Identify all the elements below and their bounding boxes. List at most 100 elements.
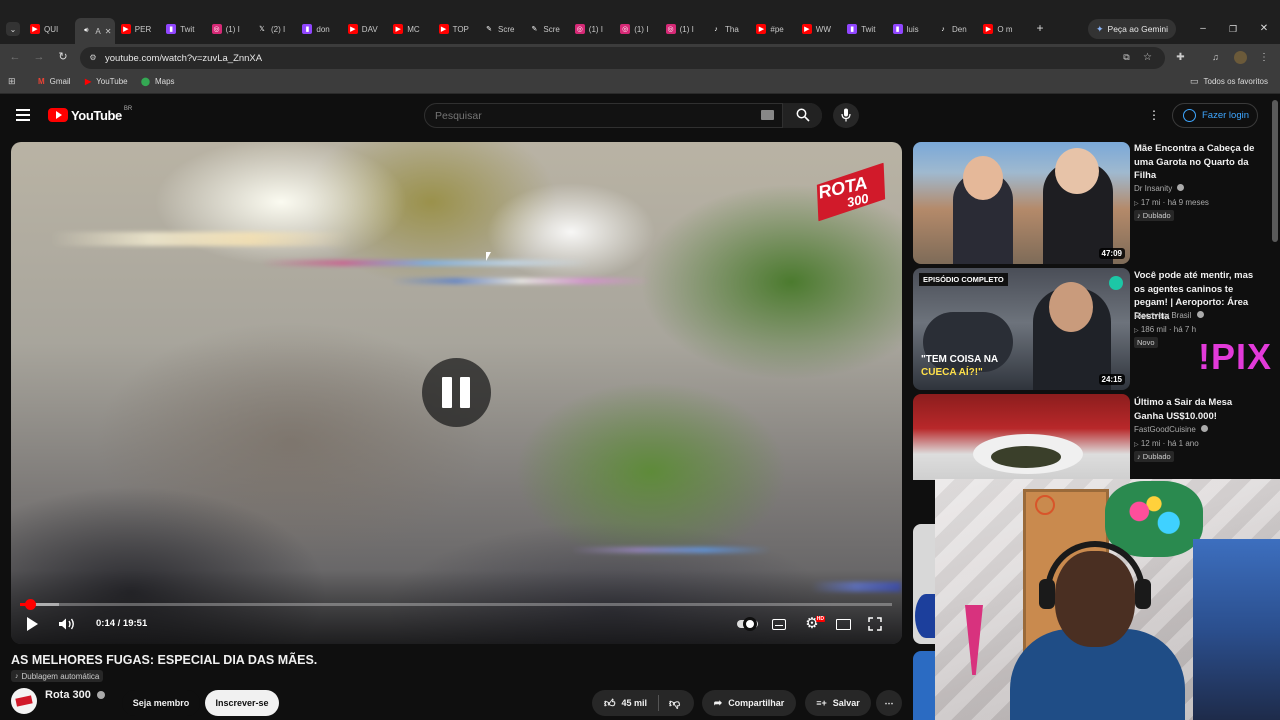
youtube-logo[interactable]: YouTube BR (48, 106, 132, 124)
bookmark-item[interactable]: M Gmail (38, 77, 71, 86)
tab-title: #pe (770, 24, 784, 34)
thumbnail-face (1049, 282, 1093, 332)
browser-tab[interactable]: ◎ (1) I (211, 20, 252, 38)
twitch-icon: ▮ (302, 24, 313, 34)
install-app-icon[interactable]: ⧉ (1120, 51, 1133, 64)
recommendation-thumbnail[interactable]: EPISÓDIO COMPLETO "TEM COISA NA CUECA AÍ… (913, 268, 1130, 390)
browser-tab[interactable]: ✎ Scre (484, 20, 524, 38)
sign-in-button[interactable]: Fazer login (1172, 103, 1258, 128)
browser-tab[interactable]: ▮ Twit (166, 20, 206, 38)
recommendation-thumbnail-partial[interactable] (913, 651, 935, 720)
recommendation-thumbnail-partial[interactable] (913, 524, 937, 644)
save-button[interactable]: ≡+ Salvar (805, 690, 871, 716)
browser-tab[interactable]: ♪ Den (938, 20, 978, 38)
profile-avatar[interactable] (1234, 51, 1247, 64)
browser-tab[interactable]: ▶ #pe (756, 20, 796, 38)
recommendation-thumbnail[interactable]: 47:09 (913, 142, 1130, 264)
bookmark-label: Gmail (49, 77, 71, 86)
subscribe-button[interactable]: Inscrever-se (205, 690, 279, 716)
tab-title: don (316, 24, 330, 34)
browser-tab[interactable]: ▶ O m (983, 20, 1023, 38)
bookmark-item[interactable]: ▶ YouTube (85, 77, 128, 86)
captions-button[interactable] (771, 617, 787, 631)
recommendation-title[interactable]: Último a Sair da Mesa Ganha US$10.000! (1134, 396, 1264, 423)
browser-menu-icon[interactable]: ⋮ (1259, 51, 1269, 64)
recommendation-title[interactable]: Mãe Encontra a Cabeça de uma Garota no Q… (1134, 142, 1264, 183)
poster-right (1193, 539, 1280, 720)
thumbnail-top-label: EPISÓDIO COMPLETO (919, 273, 1008, 286)
recommendation-channel[interactable]: Discovery Brasil (1134, 311, 1204, 320)
search-icon (796, 108, 810, 122)
browser-tab[interactable]: ▶ TOP (438, 20, 479, 38)
search-button[interactable] (782, 103, 822, 128)
fullscreen-button[interactable] (867, 616, 883, 632)
browser-tab[interactable]: ▶ DAV (347, 20, 388, 38)
reload-button[interactable]: ↻ (56, 50, 70, 64)
browser-tab[interactable]: ▶ MC (393, 20, 433, 38)
browser-tab[interactable]: ▮ luis (892, 20, 933, 38)
tab-title: MC (407, 24, 420, 34)
window-restore-button[interactable]: ❐ (1226, 22, 1240, 36)
motion-streak (391, 278, 651, 284)
volume-icon (59, 618, 74, 630)
back-button[interactable]: ← (8, 50, 22, 64)
recommendation-stats: ▷ 17 mi · há 9 meses (1134, 198, 1209, 207)
new-tab-button[interactable]: + (1033, 21, 1047, 35)
settings-button[interactable]: ⚙ HD (803, 615, 825, 633)
browser-tab[interactable]: ▮ Twit (847, 20, 887, 38)
browser-tab[interactable]: ◎ (1) I (665, 20, 706, 38)
browser-tab[interactable]: ▶ QUI (30, 20, 70, 38)
pause-indicator[interactable] (422, 358, 491, 427)
recommendation-channel[interactable]: Dr Insanity (1134, 184, 1185, 193)
browser-tab[interactable]: ▮ don (302, 20, 342, 38)
thumbnail-face (963, 156, 1003, 200)
apps-grid-icon[interactable]: ⊞ (8, 76, 19, 87)
like-button[interactable]: 👍︎ 45 mil (604, 697, 647, 710)
browser-tab[interactable]: 𝕏 (2) I (257, 20, 297, 38)
extensions-icon[interactable]: ✚ (1174, 51, 1187, 64)
thumbnail-face (1055, 148, 1099, 194)
dubbing-icon: ♪ (15, 672, 19, 680)
browser-tab[interactable]: ✎ Scre (529, 20, 569, 38)
window-minimize-button[interactable]: – (1196, 22, 1210, 36)
view-count: 12 mi (1140, 439, 1161, 448)
forward-button[interactable]: → (32, 50, 46, 64)
browser-tab[interactable]: ▶ PER (120, 20, 161, 38)
more-actions-button[interactable]: ⋯ (876, 690, 902, 716)
window-close-button[interactable]: ✕ (1257, 22, 1271, 36)
tab-search-button[interactable]: ⌄ (6, 22, 20, 36)
bookmark-star-icon[interactable]: ☆ (1141, 51, 1154, 64)
share-button[interactable]: ➦ Compartilhar (702, 690, 796, 716)
browser-tab[interactable]: 🔊︎ A ✕ (75, 18, 116, 44)
site-info-icon[interactable]: ⚙ (87, 52, 99, 64)
page-scrollbar[interactable] (1272, 100, 1278, 242)
browser-tab[interactable]: ♪ Tha (711, 20, 751, 38)
tab-title: Scre (498, 24, 515, 34)
close-tab-icon[interactable]: ✕ (105, 27, 112, 36)
theater-mode-button[interactable] (835, 617, 851, 631)
keyboard-icon[interactable] (761, 110, 774, 120)
play-button[interactable] (24, 616, 40, 632)
guide-menu-icon[interactable] (16, 108, 32, 122)
views-icon: ▷ (1134, 328, 1139, 334)
gemini-button[interactable]: ✦ Peça ao Gemini (1088, 19, 1176, 39)
channel-name-row[interactable]: Rota 300 (45, 689, 105, 701)
voice-search-button[interactable] (833, 103, 859, 128)
mute-button[interactable] (58, 616, 76, 632)
media-controls-icon[interactable]: ♫ (1209, 51, 1222, 64)
autoplay-toggle[interactable] (737, 617, 759, 631)
bookmark-item[interactable]: ⬤ Maps (141, 77, 175, 86)
dislike-button[interactable]: 👎︎ (669, 697, 680, 710)
recommendation-thumbnail[interactable] (913, 394, 1130, 480)
pause-icon-bar-left (442, 377, 452, 408)
channel-avatar[interactable] (11, 688, 37, 714)
all-bookmarks-label: Todos os favoritos (1203, 77, 1268, 86)
browser-tab[interactable]: ◎ (1) I (620, 20, 660, 38)
browser-tab[interactable]: ◎ (1) I (574, 20, 615, 38)
progress-bar[interactable] (20, 599, 892, 610)
all-bookmarks-button[interactable]: ▭ Todos os favoritos (1190, 76, 1268, 87)
settings-kebab-icon[interactable]: ⋮ (1148, 108, 1160, 122)
recommendation-channel[interactable]: FastGoodCuisine (1134, 425, 1209, 434)
browser-tab[interactable]: ▶ WW (801, 20, 842, 38)
join-button[interactable]: Seja membro (122, 690, 200, 716)
